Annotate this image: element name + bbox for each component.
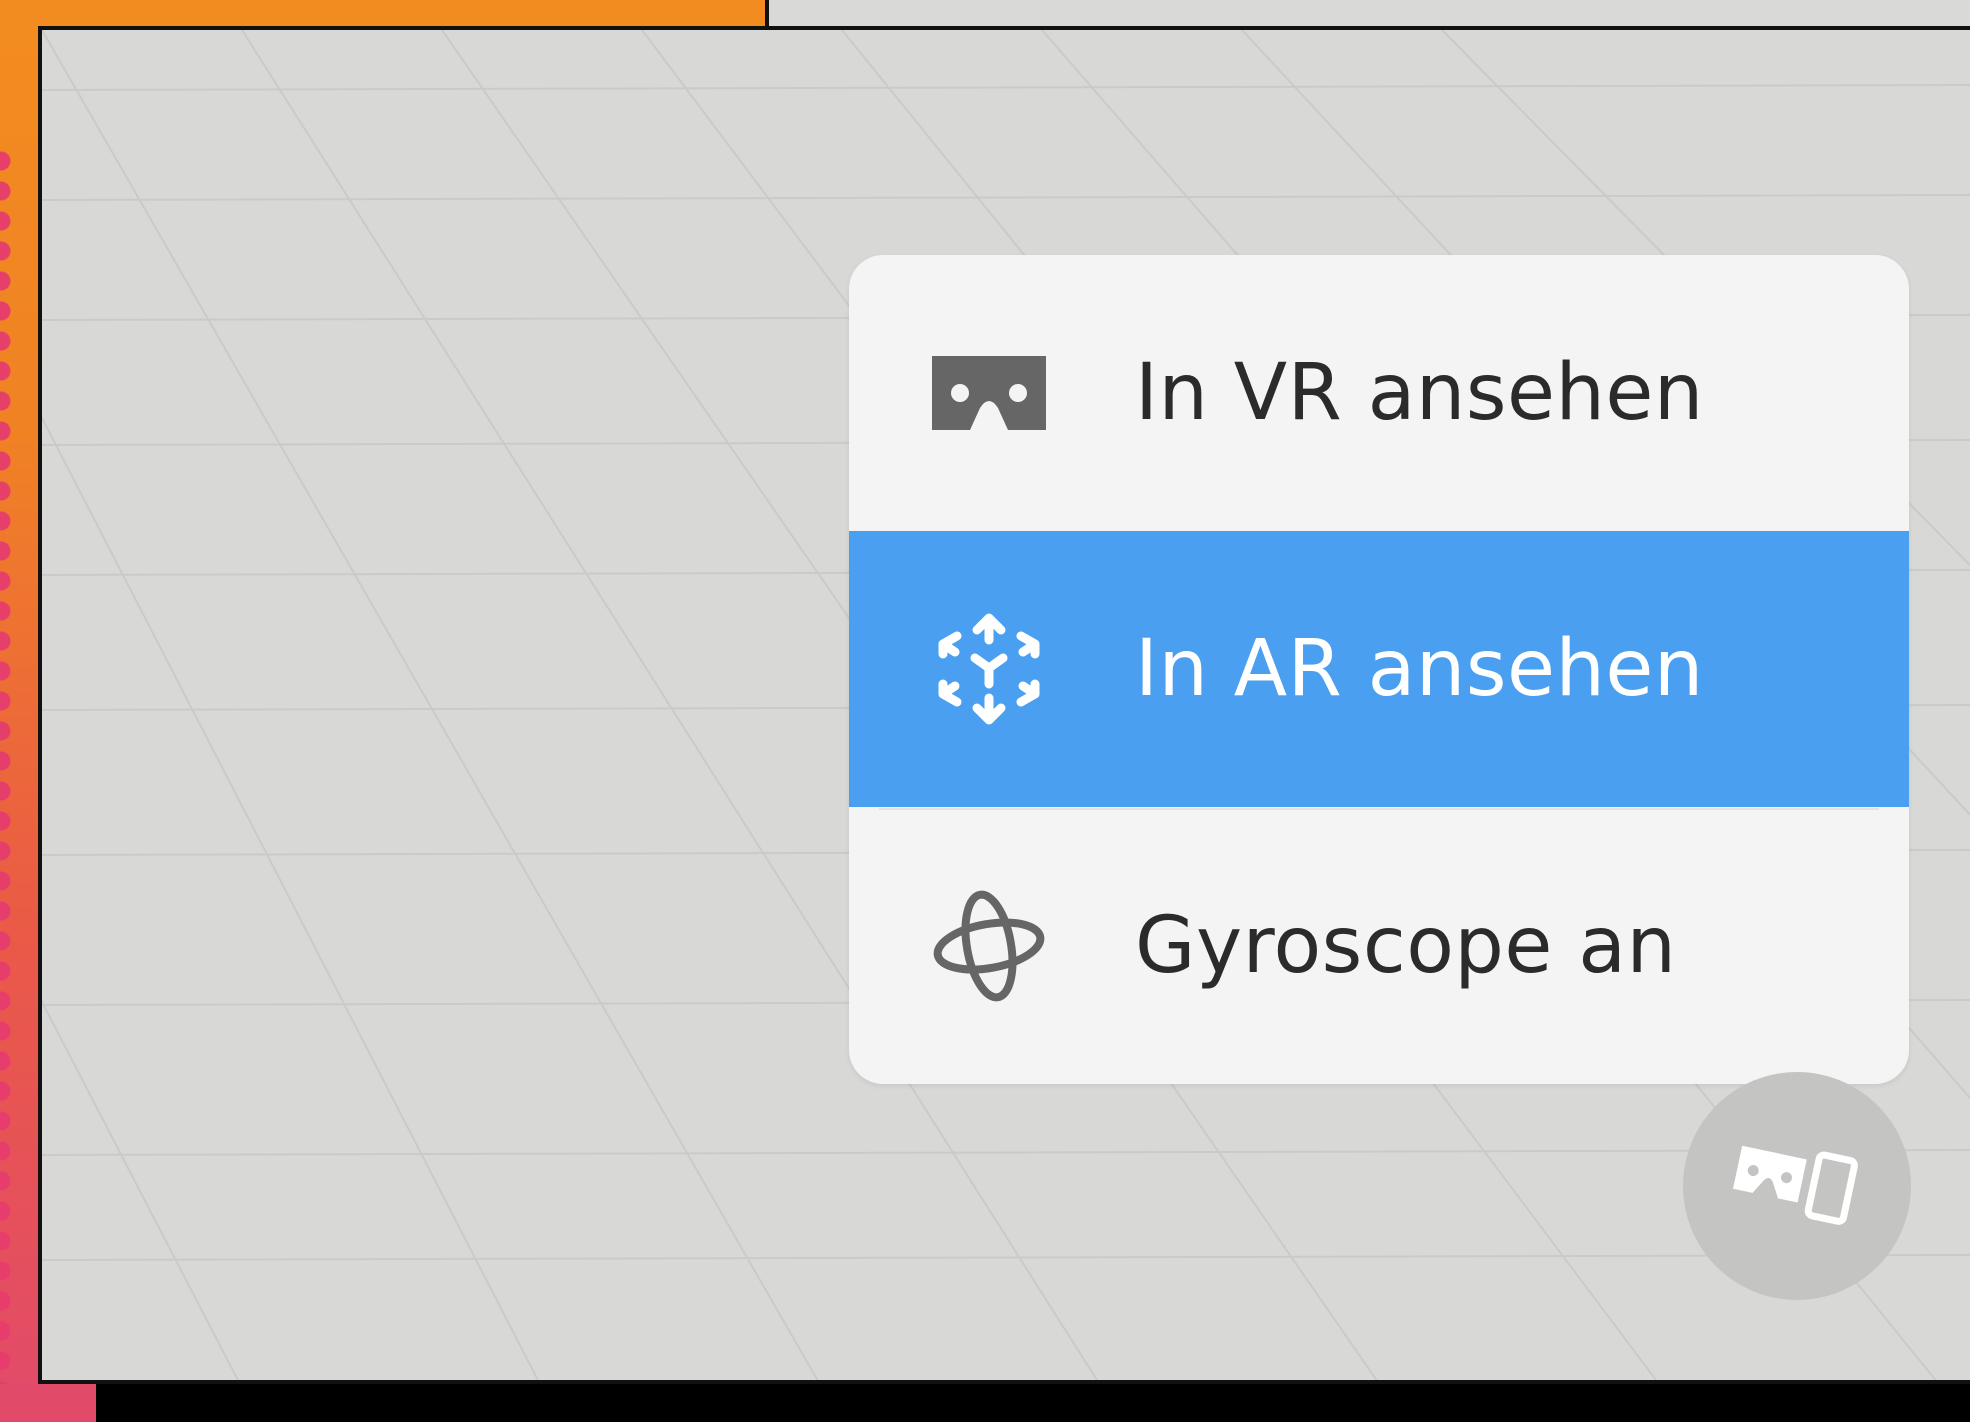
menu-item-ar-label: In AR ansehen [1135, 624, 1704, 714]
view-mode-menu: In VR ansehen In AR ansehen Gyroscope an [849, 255, 1909, 1084]
bottom-bar [0, 1384, 1970, 1422]
menu-item-gyroscope[interactable]: Gyroscope an [849, 808, 1909, 1084]
menu-item-ar[interactable]: In AR ansehen [849, 531, 1909, 807]
ar-cube-icon [929, 609, 1049, 729]
menu-item-vr[interactable]: In VR ansehen [849, 255, 1909, 531]
vr-headset-icon [929, 333, 1049, 453]
menu-item-vr-label: In VR ansehen [1135, 348, 1704, 438]
vr-ar-toggle-button[interactable] [1683, 1072, 1911, 1300]
app-frame: In VR ansehen In AR ansehen Gyroscope an [0, 0, 1970, 1422]
menu-item-gyroscope-label: Gyroscope an [1135, 901, 1677, 991]
decorative-dots [0, 150, 12, 1422]
decorative-bottom-corner [0, 1384, 96, 1422]
gyroscope-icon [929, 886, 1049, 1006]
vr-ar-toggle-icon [1733, 1145, 1858, 1225]
